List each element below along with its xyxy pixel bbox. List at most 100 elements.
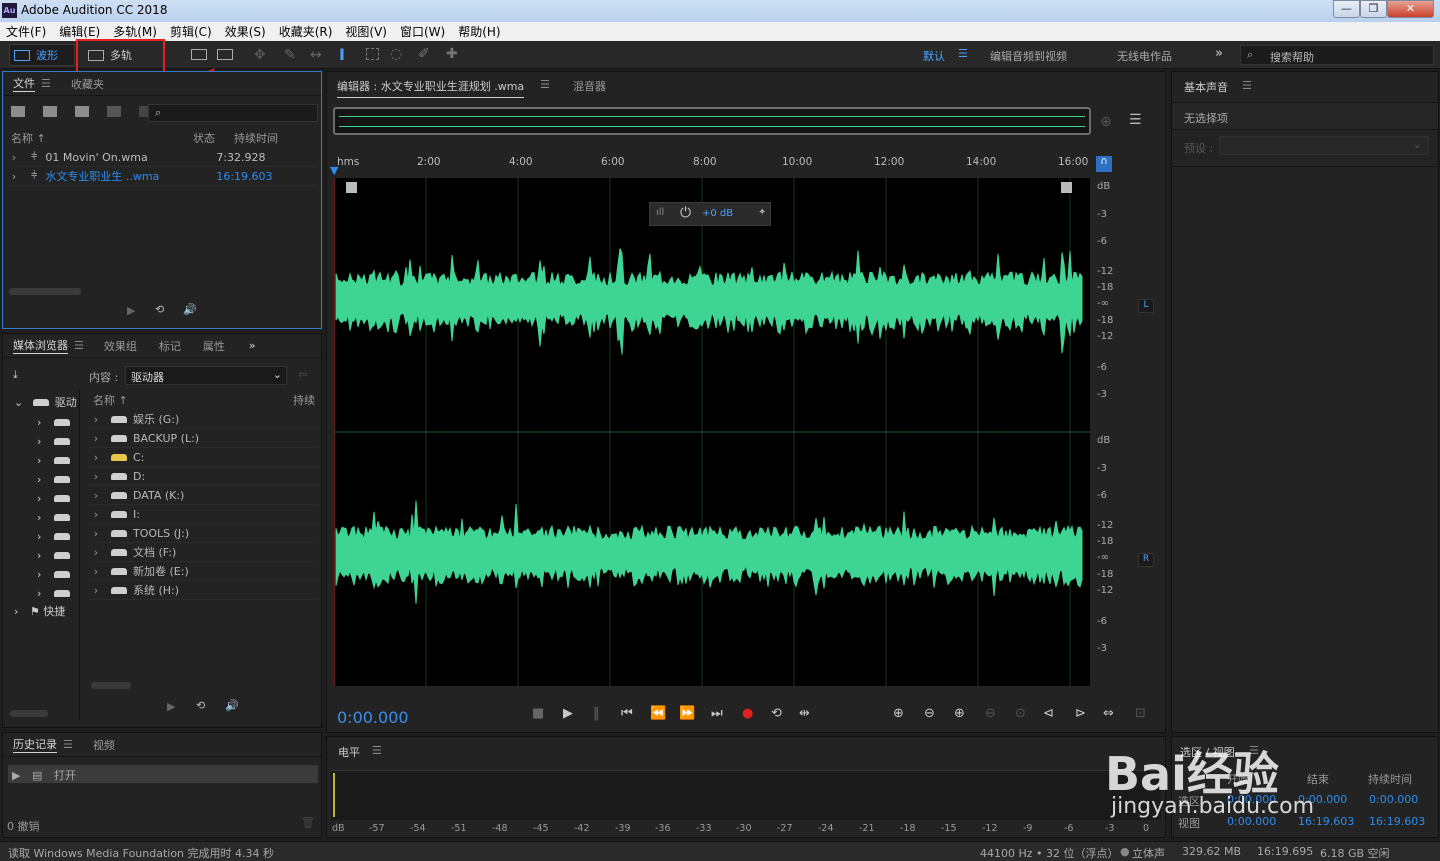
list-item[interactable]: › 新加卷 (E:) [89,562,319,581]
menu-favorites[interactable]: 收藏夹(R) [273,23,340,40]
list-item[interactable]: › DATA (K:) [89,486,319,505]
zoom-all-icon[interactable]: ⊡ [1135,706,1146,721]
menu-multitrack[interactable]: 多轨(M) [107,23,164,40]
file-row[interactable]: › ⫩ 水文专业职业生 ..wma 16:19.603 [7,167,317,186]
list-item[interactable]: › C: [89,448,319,467]
close-button[interactable]: ✕ [1387,0,1434,18]
menu-effects[interactable]: 效果(S) [219,23,273,40]
lasso-tool-icon[interactable]: ◌ [390,46,402,62]
skip-selection-button[interactable]: ⇹ [799,706,810,721]
chevron-right-icon[interactable]: › [7,170,21,183]
hud-gain[interactable]: ıll ⏻ +0 dB ✦ [649,202,771,226]
chevron-right-icon[interactable]: › [7,151,21,164]
tab-files[interactable]: 文件 [13,75,35,92]
horizontal-scrollbar[interactable] [9,288,81,295]
pin-icon[interactable]: ✦ [758,207,766,218]
insert-icon[interactable] [107,106,121,117]
zoom-out-amplitude-icon[interactable]: ⊖ [924,706,935,721]
skip-next-button[interactable]: ⏭ [711,706,723,721]
play-button[interactable]: ▶ [563,706,573,721]
stop-button[interactable]: ■ [532,706,544,721]
auto-play-icon[interactable]: 🔊 [225,699,239,712]
menu-window[interactable]: 窗口(W) [394,23,452,40]
zoom-in-amplitude-icon[interactable]: ⊕ [893,706,904,721]
zoom-full-icon[interactable]: ⊙ [1015,706,1026,721]
open-folder-icon[interactable] [11,106,25,117]
list-item[interactable]: › BACKUP (L:) [89,429,319,448]
zoom-selection-icon[interactable]: ⇔ [1103,706,1114,721]
files-search-input[interactable]: ⌕ [148,104,318,122]
play-icon[interactable]: ▶ [127,304,135,317]
menu-edit[interactable]: 编辑(E) [53,23,107,40]
tab-markers[interactable]: 标记 [159,338,181,354]
tab-properties[interactable]: 属性 [203,338,225,354]
waveform-display[interactable]: ıll ⏻ +0 dB ✦ [334,178,1090,686]
list-item[interactable]: › TOOLS (J:) [89,524,319,543]
restore-button[interactable]: ❐ [1360,0,1387,18]
spectral-pitch-icon[interactable] [217,49,233,60]
tab-history[interactable]: 历史记录 [13,736,57,753]
menu-file[interactable]: 文件(F) [0,23,53,40]
download-icon[interactable]: ⤓ [13,368,18,382]
level-menu-icon[interactable]: ☰ [372,744,382,757]
workspace-default[interactable]: 默认 [923,48,945,64]
zoom-in-time-icon[interactable]: ⊕ [954,706,965,721]
delete-icon[interactable] [139,106,148,117]
tab-video[interactable]: 视频 [93,737,115,753]
more-workspaces-button[interactable]: » [1215,46,1223,61]
healing-tool-icon[interactable]: ✚ [446,46,458,62]
zoom-out-time-icon[interactable]: ⊖ [985,706,996,721]
tree-shortcut-row[interactable]: › ⚑ 快捷 [14,603,65,619]
file-row[interactable]: › ⫩ 01 Movin' On.wma 7:32.928 [7,148,317,167]
minimize-button[interactable]: — [1333,0,1360,18]
col-status[interactable]: 状态 [193,130,215,146]
files-panel-menu-icon[interactable]: ☰ [41,77,51,90]
gain-knob-icon[interactable]: ⏻ [680,205,691,221]
pause-button[interactable]: ‖ [593,706,600,721]
list-scrollbar[interactable] [91,682,131,689]
spectral-display-icon[interactable] [191,49,207,60]
tab-effects-rack[interactable]: 效果组 [104,338,137,354]
brush-tool-icon[interactable]: ✐ [418,46,430,62]
snap-icon[interactable]: ∩ [1096,156,1112,172]
channel-left-toggle[interactable]: L [1138,299,1154,313]
menu-view[interactable]: 视图(V) [339,23,394,40]
loop-icon[interactable]: ⟲ [155,303,164,316]
list-item[interactable]: › D: [89,467,319,486]
col-duration[interactable]: 持续时间 [234,130,278,146]
list-item[interactable]: › 系统 (H:) [89,581,319,600]
loop-icon[interactable]: ⟲ [196,699,205,712]
play-icon[interactable]: ▶ [167,700,175,713]
loop-playback-button[interactable]: ⟲ [771,706,782,721]
zoom-in-point-icon[interactable]: ⊲ [1043,706,1054,721]
rewind-button[interactable]: ⏪ [650,706,666,721]
zoom-to-selection-icon[interactable]: ⊕ [1100,114,1112,130]
import-icon[interactable] [43,106,57,117]
tree-scrollbar[interactable] [10,710,48,717]
marquee-tool-icon[interactable] [366,48,379,60]
playhead-marker[interactable]: ▼ [330,164,338,177]
trash-icon[interactable]: 🗑 [301,816,315,829]
channel-right-toggle[interactable]: R [1138,553,1154,567]
tab-media-browser[interactable]: 媒体浏览器 [13,337,68,354]
slip-tool-icon[interactable]: ↔ [310,47,322,63]
tab-favorites[interactable]: 收藏夹 [71,76,104,92]
selection-duration[interactable]: 0:00.000 [1369,793,1418,806]
tab-editor[interactable]: 编辑器 : 水文专业职业生涯规划 .wma [337,78,525,98]
content-select[interactable]: 驱动器 ⌄ [125,366,287,385]
record-button[interactable]: ● [742,706,753,721]
workspace-menu-icon[interactable]: ☰ [958,47,968,60]
editor-menu-icon[interactable]: ☰ [540,78,550,91]
zoom-out-point-icon[interactable]: ⊳ [1075,706,1086,721]
history-item[interactable]: ▶ ▤ 打开 [8,765,318,783]
list-item[interactable]: › 娱乐 (G:) [89,410,319,429]
list-item[interactable]: › 文档 (F:) [89,543,319,562]
waveform-view-button[interactable]: 波形 [14,44,58,66]
menu-help[interactable]: 帮助(H) [452,23,507,40]
skip-previous-button[interactable]: ⏮ [621,706,633,721]
workspace-edit-video[interactable]: 编辑音频到视频 [990,48,1067,64]
media-col-name[interactable]: 名称 ↑ [93,392,128,408]
col-name[interactable]: 名称 ↑ [11,130,46,146]
history-panel-menu-icon[interactable]: ☰ [63,738,73,751]
help-search-input[interactable]: ⌕ 搜索帮助 [1240,45,1434,65]
